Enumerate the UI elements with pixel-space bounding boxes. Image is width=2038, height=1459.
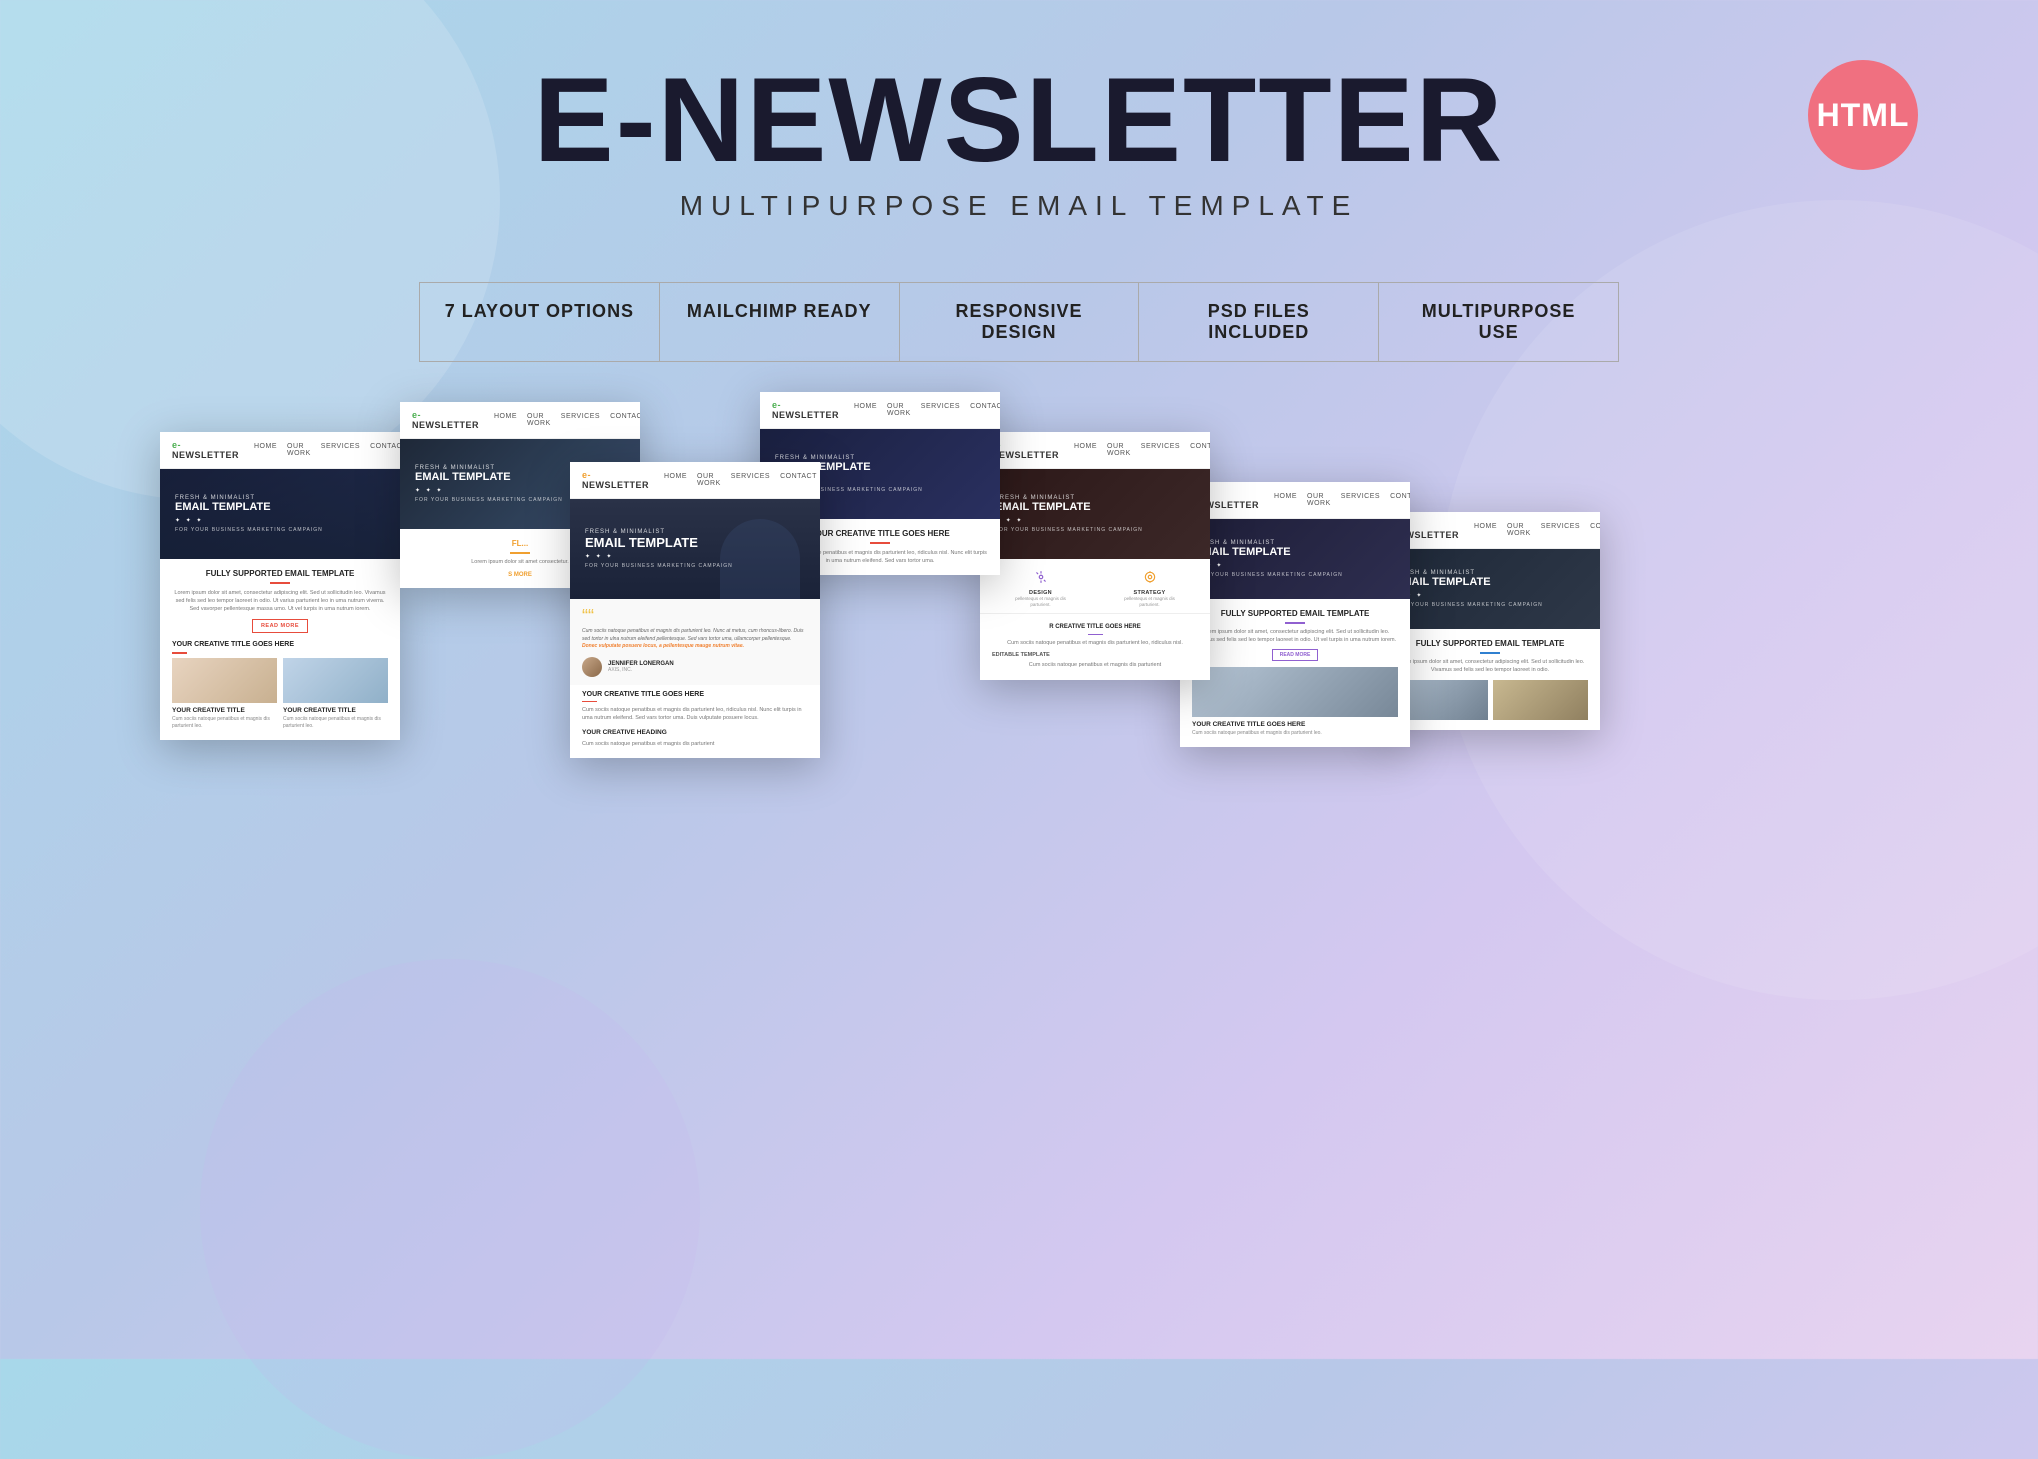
template-nav-links-1: HOME OUR WORK SERVICES CONTACT <box>254 443 400 457</box>
template-brand-4: e-NEWSLETTER <box>772 400 839 420</box>
template-body-7: FULLY SUPPORTED EMAIL TEMPLATE Lorem ips… <box>1380 629 1600 730</box>
template-nav-links-7: HOME OUR WORK SERVICES CONTACT <box>1474 523 1600 537</box>
header: HTML E-NEWSLETTER MULTIPURPOSE EMAIL TEM… <box>0 0 2038 262</box>
hero-text-3: FRESH & MINIMALIST EMAIL TEMPLATE ✦ ✦ ✦ … <box>585 529 805 569</box>
feature-mailchimp: MAILCHIMP READY <box>660 283 900 361</box>
card-img-1b <box>283 658 388 703</box>
template-nav-links-4: HOME OUR WORK SERVICES CONTACT <box>854 403 1000 417</box>
template-nav-links-6: HOME OUR WORK SERVICES CONTACT <box>1274 493 1410 507</box>
templates-showcase: e-NEWSLETTER HOME OUR WORK SERVICES CONT… <box>0 382 2038 1232</box>
hero-text-7: FRESH & MINIMALIST EMAIL TEMPLATE ✦ ✦ ✦ … <box>1395 570 1585 607</box>
template-body-1: FULLY SUPPORTED EMAIL TEMPLATE Lorem ips… <box>160 559 400 740</box>
template-card-6[interactable]: e-NEWSLETTER HOME OUR WORK SERVICES CONT… <box>1180 482 1410 747</box>
template-brand-5: e-NEWSLETTER <box>992 440 1059 460</box>
template-nav-6: e-NEWSLETTER HOME OUR WORK SERVICES CONT… <box>1180 482 1410 519</box>
author-avatar <box>582 657 602 677</box>
hero-text-5: FRESH & MINIMALIST EMAIL TEMPLATE ✦ ✦ ✦ … <box>995 495 1195 532</box>
hero-text-1: FRESH & MINIMALIST EMAIL TEMPLATE ✦ ✦ ✦ … <box>175 495 385 532</box>
template-btn-1[interactable]: READ MORE <box>252 619 308 633</box>
template-card-7[interactable]: e-NEWSLETTER HOME OUR WORK SERVICES CONT… <box>1380 512 1600 730</box>
features-bar: 7 LAYOUT OPTIONS MAILCHIMP READY RESPONS… <box>419 282 1619 362</box>
template-nav-links-5: HOME OUR WORK SERVICES CONTACT <box>1074 443 1210 457</box>
template-card-5[interactable]: e-NEWSLETTER HOME OUR WORK SERVICES CONT… <box>980 432 1210 680</box>
template-btn-6[interactable]: READ MORE <box>1272 649 1319 661</box>
template-body-3: YOUR CREATIVE TITLE GOES HERE Cum sociis… <box>570 685 820 758</box>
feature-layout-options: 7 LAYOUT OPTIONS <box>420 283 660 361</box>
sub-title: MULTIPURPOSE EMAIL TEMPLATE <box>0 190 2038 222</box>
template-nav-1: e-NEWSLETTER HOME OUR WORK SERVICES CONT… <box>160 432 400 469</box>
card-img-6 <box>1192 667 1398 717</box>
main-title: E-NEWSLETTER <box>0 60 2038 180</box>
template-brand-1: e-NEWSLETTER <box>172 440 239 460</box>
template-brand-2: e-NEWSLETTER <box>412 410 479 430</box>
template-nav-3: e-NEWSLETTER HOME OUR WORK SERVICES CONT… <box>570 462 820 499</box>
template-nav-5: e-NEWSLETTER HOME OUR WORK SERVICES CONT… <box>980 432 1210 469</box>
template-body-5: R CREATIVE TITLE GOES HERE Cum sociis na… <box>980 614 1210 680</box>
template-testimonial: ““ Cum sociis natoque penatibus et magni… <box>570 599 820 685</box>
card-img-1a <box>172 658 277 703</box>
feature-psd: PSD FILES INCLUDED <box>1139 283 1379 361</box>
template-nav-2: e-NEWSLETTER HOME OUR WORK SERVICES CONT… <box>400 402 640 439</box>
template-nav-4: e-NEWSLETTER HOME OUR WORK SERVICES CONT… <box>760 392 1000 429</box>
card-img-7b <box>1493 680 1589 720</box>
template-brand-3: e-NEWSLETTER <box>582 470 649 490</box>
design-icon <box>1031 567 1051 587</box>
html-badge: HTML <box>1808 60 1918 170</box>
template-card-1[interactable]: e-NEWSLETTER HOME OUR WORK SERVICES CONT… <box>160 432 400 740</box>
template-icons-row: DESIGN pellentequs et magnis dis parturi… <box>980 559 1210 614</box>
template-nav-7: e-NEWSLETTER HOME OUR WORK SERVICES CONT… <box>1380 512 1600 549</box>
strategy-icon <box>1140 567 1160 587</box>
template-nav-links-3: HOME OUR WORK SERVICES CONTACT <box>664 473 817 487</box>
feature-responsive: RESPONSIVE DESIGN <box>900 283 1140 361</box>
template-body-6: FULLY SUPPORTED EMAIL TEMPLATE Lorem ips… <box>1180 599 1410 747</box>
hero-text-6: FRESH & MINIMALIST EMAIL TEMPLATE ✦ ✦ ✦ … <box>1195 540 1395 577</box>
feature-multipurpose: MULTIPURPOSE USE <box>1379 283 1618 361</box>
template-card-3[interactable]: e-NEWSLETTER HOME OUR WORK SERVICES CONT… <box>570 462 820 758</box>
template-nav-links-2: HOME OUR WORK SERVICES CONTACT <box>494 413 640 427</box>
